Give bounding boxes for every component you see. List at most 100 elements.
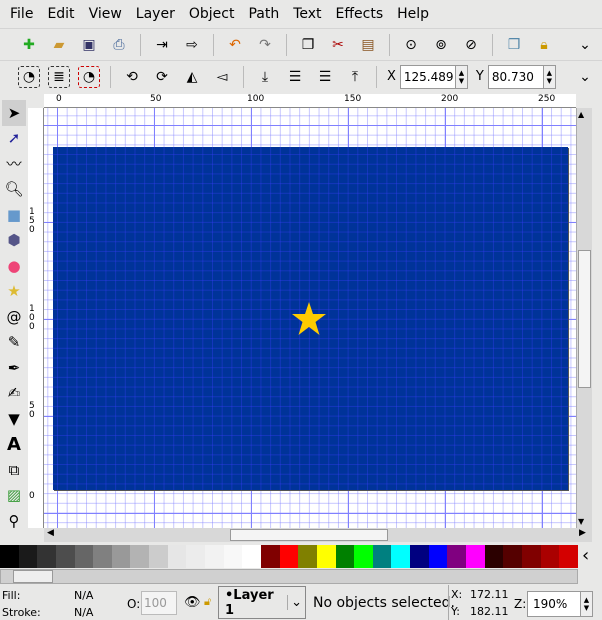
palette-swatch[interactable] xyxy=(391,545,411,568)
redo-icon[interactable]: ↷ xyxy=(254,34,276,56)
palette-swatch[interactable] xyxy=(316,545,336,568)
3d-box-tool-icon[interactable]: ⬢ xyxy=(2,228,26,254)
horizontal-scroll-thumb[interactable] xyxy=(230,529,388,541)
palette-swatch[interactable] xyxy=(428,545,448,568)
star-tool-icon[interactable]: ★ xyxy=(2,279,26,305)
palette-swatch[interactable] xyxy=(0,545,19,568)
y-input[interactable] xyxy=(487,64,544,89)
zoom-page-icon[interactable]: ⊘ xyxy=(460,34,482,56)
palette-swatch[interactable] xyxy=(484,545,504,568)
connector-tool-icon[interactable]: ⧉ xyxy=(2,457,26,483)
zoom-input[interactable]: 190% xyxy=(527,591,581,617)
palette-swatch[interactable] xyxy=(540,545,560,568)
opacity-input[interactable]: 100 xyxy=(141,591,177,615)
palette-swatch[interactable] xyxy=(149,545,168,568)
lower-bottom-icon[interactable]: ⤓ xyxy=(254,66,276,88)
overflow-chevron-icon[interactable]: ⌄ xyxy=(574,34,596,56)
y-spinner[interactable]: ▲ ▼ xyxy=(543,64,556,89)
deselect-icon[interactable]: ◔ xyxy=(78,65,100,88)
flip-horizontal-icon[interactable]: ◭ xyxy=(181,66,203,88)
export-icon[interactable]: ⇨ xyxy=(181,34,203,56)
new-document-icon[interactable]: ✚ xyxy=(18,34,40,56)
visibility-eye-icon[interactable]: 👁︎ xyxy=(184,595,201,610)
overflow-chevron-icon[interactable]: ⌄ xyxy=(574,66,596,88)
palette-swatch[interactable] xyxy=(447,545,467,568)
paint-bucket-tool-icon[interactable]: ▼ xyxy=(2,406,26,432)
palette-scroll-thumb[interactable] xyxy=(13,570,53,583)
palette-swatch[interactable] xyxy=(372,545,392,568)
text-tool-icon[interactable]: A xyxy=(2,432,26,458)
palette-swatch[interactable] xyxy=(167,545,187,568)
scroll-down-icon[interactable]: ▼ xyxy=(578,517,584,526)
rotate-ccw-icon[interactable]: ⟲ xyxy=(121,66,143,88)
palette-swatch[interactable] xyxy=(279,545,299,568)
menu-text[interactable]: Text xyxy=(287,6,329,22)
spiral-tool-icon[interactable]: @ xyxy=(2,304,26,330)
save-icon[interactable]: ▣ xyxy=(78,34,100,56)
palette-swatch[interactable] xyxy=(260,545,280,568)
palette-swatch[interactable] xyxy=(223,545,243,568)
dropper-tool-icon[interactable]: ⚲ xyxy=(2,508,26,534)
menu-layer[interactable]: Layer xyxy=(130,6,183,22)
x-spinner[interactable]: ▲ ▼ xyxy=(455,64,468,89)
blue-rectangle[interactable] xyxy=(53,147,568,490)
undo-icon[interactable]: ↶ xyxy=(224,34,246,56)
zoom-spinner[interactable]: ▲ ▼ xyxy=(581,591,593,617)
scroll-left-icon[interactable]: ◀ xyxy=(47,528,54,538)
import-icon[interactable]: ⇥ xyxy=(151,34,173,56)
palette-swatch[interactable] xyxy=(242,545,261,568)
paste-icon[interactable]: ▤ xyxy=(357,34,379,56)
lower-icon[interactable]: ☰ xyxy=(284,66,306,88)
rectangle-tool-icon[interactable]: ■ xyxy=(2,202,26,228)
menu-path[interactable]: Path xyxy=(242,6,287,22)
select-all-icon[interactable]: ◔ xyxy=(18,65,40,88)
palette-swatch[interactable] xyxy=(93,545,112,568)
flip-vertical-icon[interactable]: ◅ xyxy=(211,66,233,88)
palette-swatch[interactable] xyxy=(521,545,541,568)
menu-edit[interactable]: Edit xyxy=(41,6,82,22)
open-folder-icon[interactable]: ▰ xyxy=(48,34,70,56)
star-shape[interactable] xyxy=(291,301,327,337)
palette-swatch[interactable] xyxy=(55,545,75,568)
palette-swatch[interactable] xyxy=(410,545,429,568)
node-tool-icon[interactable]: ➚ xyxy=(2,126,26,152)
tweak-tool-icon[interactable]: 〰 xyxy=(2,151,26,177)
ellipse-tool-icon[interactable]: ● xyxy=(2,253,26,279)
lock-icon[interactable]: 🔒︎ xyxy=(533,34,555,56)
palette-swatch[interactable] xyxy=(18,545,38,568)
raise-top-icon[interactable]: ⤒ xyxy=(344,66,366,88)
menu-file[interactable]: File xyxy=(4,6,41,22)
drawing-canvas[interactable] xyxy=(44,108,576,528)
cut-icon[interactable]: ✂ xyxy=(327,34,349,56)
rotate-cw-icon[interactable]: ⟳ xyxy=(151,66,173,88)
palette-swatch[interactable] xyxy=(503,545,522,568)
palette-swatch[interactable] xyxy=(466,545,485,568)
palette-scrollbar[interactable] xyxy=(0,569,578,584)
x-input[interactable] xyxy=(399,64,456,89)
selector-tool-icon[interactable]: ➤ xyxy=(2,100,26,126)
scroll-up-icon[interactable]: ▲ xyxy=(578,110,584,119)
palette-swatch[interactable] xyxy=(205,545,224,568)
layer-dropdown[interactable]: •Layer 1 ⌄ xyxy=(218,586,306,619)
menu-object[interactable]: Object xyxy=(183,6,243,22)
palette-swatch[interactable] xyxy=(559,545,578,568)
palette-swatch[interactable] xyxy=(335,545,355,568)
palette-swatch[interactable] xyxy=(37,545,56,568)
layer-lock-icon[interactable]: 🔓︎ xyxy=(204,595,211,609)
zoom-selection-icon[interactable]: ⊙ xyxy=(400,34,422,56)
copy-icon[interactable]: ❐ xyxy=(297,34,319,56)
gradient-tool-icon[interactable]: ▨ xyxy=(2,483,26,509)
menu-effects[interactable]: Effects xyxy=(330,6,392,22)
raise-icon[interactable]: ☰ xyxy=(314,66,336,88)
zoom-tool-icon[interactable]: 🔍︎ xyxy=(2,177,26,203)
palette-menu-chevron-icon[interactable]: ‹ xyxy=(582,545,589,566)
print-icon[interactable]: ⎙ xyxy=(108,34,130,56)
scroll-right-icon[interactable]: ▶ xyxy=(579,528,586,538)
palette-swatch[interactable] xyxy=(130,545,150,568)
palette-swatch[interactable] xyxy=(74,545,94,568)
menu-help[interactable]: Help xyxy=(391,6,437,22)
pencil-tool-icon[interactable]: ✎ xyxy=(2,330,26,356)
calligraphy-tool-icon[interactable]: ✍ xyxy=(2,381,26,407)
palette-swatch[interactable] xyxy=(111,545,131,568)
pen-tool-icon[interactable]: ✒ xyxy=(2,355,26,381)
